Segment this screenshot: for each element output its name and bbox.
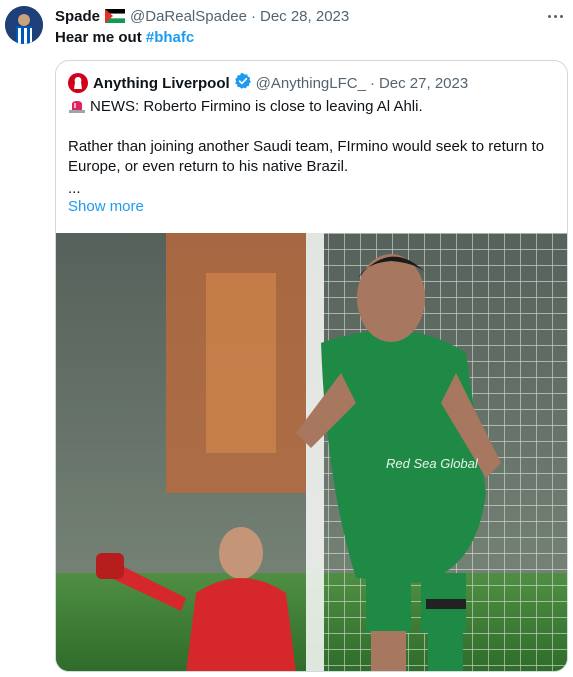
quote-separator: ·: [369, 74, 375, 92]
author-name[interactable]: Spade: [55, 8, 100, 25]
shirt-sponsor-text: Red Sea Global: [386, 456, 479, 471]
author-handle[interactable]: @DaRealSpadee: [130, 8, 247, 25]
quote-line-1: NEWS: Roberto Firmino is close to leavin…: [68, 97, 558, 117]
siren-emoji-icon: [68, 97, 86, 113]
quote-text: NEWS: Roberto Firmino is close to leavin…: [68, 97, 558, 199]
separator: ·: [250, 7, 256, 25]
tweet-text: Hear me out #bhafc: [55, 29, 194, 46]
tweet-date[interactable]: Dec 28, 2023: [260, 8, 349, 25]
football-celebration-photo: Red Sea Global: [56, 233, 567, 671]
show-more-link[interactable]: Show more: [68, 198, 144, 215]
hashtag-link[interactable]: #bhafc: [146, 29, 194, 46]
author-avatar[interactable]: [5, 6, 43, 44]
quote-author-avatar[interactable]: [68, 73, 88, 93]
quoted-tweet[interactable]: Anything Liverpool @AnythingLFC_ · Dec 2…: [55, 60, 568, 672]
tweet-text-prefix: Hear me out: [55, 29, 146, 46]
quote-date[interactable]: Dec 27, 2023: [379, 75, 468, 92]
quote-media-photo[interactable]: Red Sea Global: [56, 233, 567, 671]
tweet-header: Spade @DaRealSpadee · Dec 28, 2023: [55, 6, 349, 26]
quote-author-name[interactable]: Anything Liverpool: [93, 75, 230, 92]
quote-line-3: ...: [68, 180, 81, 197]
verified-badge-icon: [234, 72, 252, 94]
more-icon[interactable]: [545, 8, 565, 24]
quote-header: Anything Liverpool @AnythingLFC_ · Dec 2…: [68, 73, 468, 93]
palestine-flag-icon: [105, 9, 126, 23]
quote-line-2: Rather than joining another Saudi team, …: [68, 138, 545, 175]
quote-line-1-text: NEWS: Roberto Firmino is close to leavin…: [90, 98, 423, 115]
quote-author-handle[interactable]: @AnythingLFC_: [256, 75, 366, 92]
